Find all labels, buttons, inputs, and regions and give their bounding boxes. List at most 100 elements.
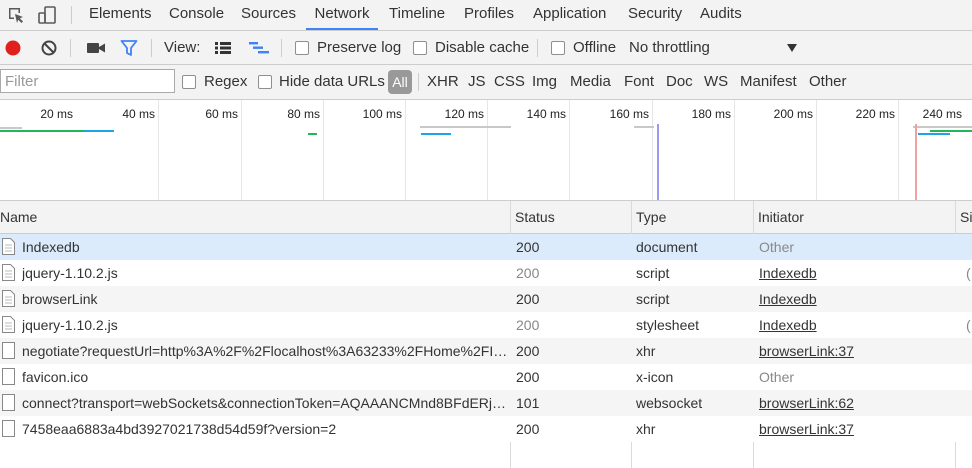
table-row[interactable]: jquery-1.10.2.js 200 script Indexedb (	[0, 260, 972, 286]
filter-type-media[interactable]: Media	[570, 73, 611, 90]
inspect-element-icon[interactable]	[6, 5, 26, 25]
overview-gridline	[734, 100, 735, 200]
overview-request-bar	[634, 126, 654, 128]
document-icon	[2, 238, 15, 255]
overview-request-bar	[420, 126, 511, 128]
offline-label: Offline	[573, 39, 617, 56]
request-initiator-link[interactable]: Indexedb	[759, 260, 951, 286]
request-name: jquery-1.10.2.js	[22, 317, 118, 333]
request-initiator-link[interactable]: browserLink:37	[759, 338, 951, 364]
overview-tick-label: 240 ms	[922, 107, 962, 121]
overview-tick-label: 220 ms	[855, 107, 895, 121]
table-row[interactable]: jquery-1.10.2.js 200 stylesheet Indexedb…	[0, 312, 972, 338]
tab-profiles[interactable]: Profiles	[464, 0, 514, 30]
overview-tick-label: 100 ms	[362, 107, 402, 121]
filter-type-manifest[interactable]: Manifest	[740, 73, 797, 90]
overview-gridline	[323, 100, 324, 200]
overview-request-bar	[308, 133, 317, 135]
request-status: 200	[516, 317, 540, 333]
overview-tick-label: 40 ms	[122, 107, 155, 121]
column-header-name[interactable]: Name	[0, 201, 510, 233]
request-initiator-link[interactable]: browserLink:37	[759, 416, 951, 442]
request-size: (	[966, 317, 971, 333]
tab-security[interactable]: Security	[628, 0, 682, 30]
network-overview[interactable]: 20 ms 40 ms 60 ms 80 ms 100 ms 120 ms 14…	[0, 100, 972, 201]
request-initiator: Other	[759, 369, 795, 385]
table-row[interactable]: negotiate?requestUrl=http%3A%2F%2Flocalh…	[0, 338, 972, 364]
filter-bar: Regex Hide data URLs All XHR JS CSS Img …	[0, 65, 972, 100]
throttling-select[interactable]: No throttling	[629, 39, 710, 56]
overview-gridline	[652, 100, 653, 200]
overview-request-bar	[913, 126, 972, 128]
request-initiator-link[interactable]: Indexedb	[759, 312, 951, 338]
tab-console[interactable]: Console	[169, 0, 224, 30]
overview-tick-label: 120 ms	[444, 107, 484, 121]
overview-gridline	[405, 100, 406, 200]
overview-gridline	[816, 100, 817, 200]
filter-type-css[interactable]: CSS	[494, 73, 525, 90]
request-initiator-link[interactable]: browserLink:62	[759, 390, 951, 416]
tab-sources[interactable]: Sources	[241, 0, 296, 30]
device-toolbar-icon[interactable]	[37, 5, 57, 25]
network-toolbar: View: Preserve log Disable cache Offline…	[0, 31, 972, 65]
filter-type-font[interactable]: Font	[624, 73, 654, 90]
tab-application[interactable]: Application	[533, 0, 606, 30]
request-type: script	[636, 265, 670, 281]
overview-gridline	[569, 100, 570, 200]
request-type: xhr	[636, 421, 656, 437]
overview-tick-label: 20 ms	[40, 107, 73, 121]
column-header-size[interactable]: Si	[956, 201, 972, 233]
table-row[interactable]: browserLink 200 script Indexedb	[0, 286, 972, 312]
record-icon[interactable]	[4, 39, 22, 57]
filter-icon[interactable]	[120, 39, 138, 57]
throttling-dropdown-arrow-icon[interactable]	[787, 44, 797, 52]
request-type: stylesheet	[636, 317, 700, 333]
filter-separator	[418, 73, 419, 91]
filter-type-doc[interactable]: Doc	[666, 73, 693, 90]
table-row[interactable]: favicon.ico 200 x-icon Other	[0, 364, 972, 390]
request-name: browserLink	[22, 291, 98, 307]
request-name: jquery-1.10.2.js	[22, 265, 118, 281]
column-header-initiator[interactable]: Initiator	[754, 201, 954, 233]
waterfall-overview-icon[interactable]	[248, 41, 270, 55]
table-row[interactable]: 7458eaa6883a4bd3927021738d54d59f?version…	[0, 416, 972, 442]
toolbar-separator	[151, 39, 152, 57]
regex-checkbox[interactable]	[182, 75, 196, 89]
request-initiator-link[interactable]: Indexedb	[759, 286, 951, 312]
request-status: 200	[516, 421, 540, 437]
filter-input[interactable]	[0, 69, 175, 93]
large-rows-icon[interactable]	[214, 41, 232, 55]
clear-icon[interactable]	[40, 39, 58, 57]
script-file-icon	[2, 264, 15, 281]
tab-timeline[interactable]: Timeline	[389, 0, 445, 30]
requests-table-body: Indexedb 200 document Other jquery-1.10.…	[0, 234, 972, 442]
toolbar-separator	[70, 39, 71, 57]
overview-tick-label: 160 ms	[609, 107, 649, 121]
preserve-log-checkbox[interactable]	[295, 41, 309, 55]
tab-audits[interactable]: Audits	[700, 0, 742, 30]
request-type: script	[636, 291, 670, 307]
request-status: 200	[516, 369, 540, 385]
table-row[interactable]: connect?transport=webSockets&connectionT…	[0, 390, 972, 416]
view-label: View:	[164, 39, 201, 56]
hide-data-urls-checkbox[interactable]	[258, 75, 272, 89]
filter-type-ws[interactable]: WS	[704, 73, 728, 90]
filter-type-other[interactable]: Other	[809, 73, 847, 90]
request-status: 200	[516, 265, 540, 281]
offline-checkbox[interactable]	[551, 41, 565, 55]
filter-type-xhr[interactable]: XHR	[427, 73, 459, 90]
filter-type-all[interactable]: All	[388, 70, 412, 94]
requests-table-header: Name Status Type Initiator Si	[0, 201, 972, 234]
capture-screenshots-icon[interactable]	[86, 40, 106, 56]
disable-cache-checkbox[interactable]	[413, 41, 427, 55]
table-row[interactable]: Indexedb 200 document Other	[0, 234, 972, 260]
tab-network[interactable]: Network	[306, 0, 378, 30]
request-initiator: Other	[759, 239, 795, 255]
overview-gridline	[241, 100, 242, 200]
column-header-type[interactable]: Type	[632, 201, 753, 233]
request-name: connect?transport=webSockets&connectionT…	[22, 395, 510, 411]
tab-elements[interactable]: Elements	[89, 0, 152, 30]
filter-type-img[interactable]: Img	[532, 73, 557, 90]
column-header-status[interactable]: Status	[511, 201, 631, 233]
filter-type-js[interactable]: JS	[468, 73, 486, 90]
